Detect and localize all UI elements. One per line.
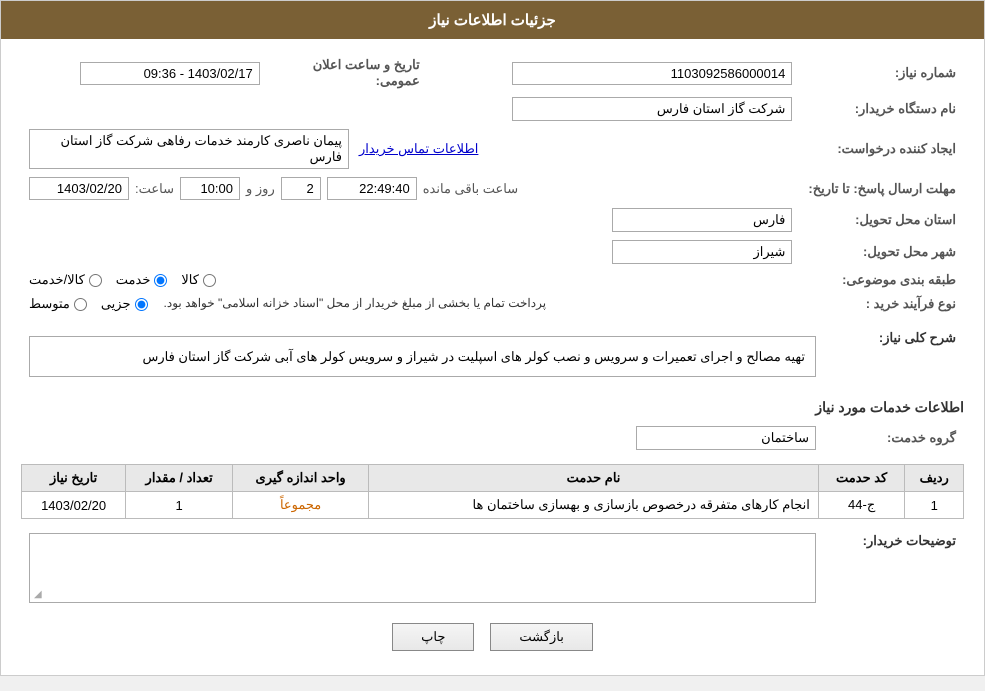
org-name-label: نام دستگاه خریدار: <box>800 93 964 125</box>
order-number-input: 1103092586000014 <box>512 62 792 85</box>
creator-input: پیمان ناصری کارمند خدمات رفاهی شرکت گاز … <box>29 129 349 169</box>
creator-label: ایجاد کننده درخواست: <box>800 125 964 173</box>
announce-value: 1403/02/17 - 09:36 <box>21 53 268 93</box>
category-label: طبقه بندی موضوعی: <box>800 268 964 292</box>
org-name-input: شرکت گاز استان فارس <box>512 97 792 121</box>
category-options: کالا/خدمت خدمت کالا <box>21 268 800 292</box>
order-number-value: 1103092586000014 <box>428 53 801 93</box>
page-header: جزئیات اطلاعات نیاز <box>1 1 984 39</box>
category-radio-kala[interactable]: کالا <box>181 272 216 288</box>
province-value: فارس <box>21 204 800 236</box>
service-group-input: ساختمان <box>636 426 816 450</box>
print-button[interactable]: چاپ <box>392 623 474 651</box>
cell-row-num: 1 <box>905 492 964 519</box>
col-date: تاریخ نیاز <box>22 465 126 492</box>
back-button[interactable]: بازگشت <box>490 623 592 651</box>
process-label: نوع فرآیند خرید : <box>800 292 964 316</box>
service-group-label: گروه خدمت: <box>824 422 964 454</box>
main-form-table: شماره نیاز: 1103092586000014 تاریخ و ساع… <box>21 53 964 316</box>
creator-contact-link[interactable]: اطلاعات تماس خریدار <box>359 141 478 157</box>
deadline-remaining-input: 22:49:40 <box>327 177 417 200</box>
province-label: استان محل تحویل: <box>800 204 964 236</box>
process-radio-motavasset[interactable]: متوسط <box>29 296 87 312</box>
city-value: شیراز <box>21 236 800 268</box>
process-radio-jozii[interactable]: جزیی <box>101 296 148 312</box>
creator-value: پیمان ناصری کارمند خدمات رفاهی شرکت گاز … <box>21 125 800 173</box>
description-text: تهیه مصالح و اجرای تعمیرات و سرویس و نصب… <box>40 345 805 368</box>
col-service-name: نام حدمت <box>369 465 819 492</box>
cell-quantity: 1 <box>126 492 233 519</box>
buyer-notes-cell: ◢ <box>21 529 824 607</box>
process-notice: پرداخت تمام یا بخشی از مبلغ خریدار از مح… <box>164 296 547 310</box>
announce-input: 1403/02/17 - 09:36 <box>80 62 260 85</box>
deadline-time-input: 10:00 <box>180 177 240 200</box>
process-row: متوسط جزیی پرداخت تمام یا بخشی از مبلغ خ… <box>21 292 800 316</box>
announce-label: تاریخ و ساعت اعلان عمومی: <box>268 53 428 93</box>
category-radio-kala-khadamat[interactable]: کالا/خدمت <box>29 272 102 288</box>
page-title: جزئیات اطلاعات نیاز <box>429 12 556 29</box>
description-box: تهیه مصالح و اجرای تعمیرات و سرویس و نصب… <box>29 336 816 377</box>
buyer-notes-section: توضیحات خریدار: ◢ <box>21 529 964 607</box>
description-section: شرح کلی نیاز: تهیه مصالح و اجرای تعمیرات… <box>21 326 964 387</box>
col-unit: واحد اندازه گیری <box>233 465 369 492</box>
city-label: شهر محل تحویل: <box>800 236 964 268</box>
service-group-value: ساختمان <box>21 422 824 454</box>
deadline-row: 1403/02/20 ساعت: 10:00 روز و 2 22:49:40 <box>21 173 800 204</box>
resize-icon: ◢ <box>34 589 42 600</box>
description-cell: تهیه مصالح و اجرای تعمیرات و سرویس و نصب… <box>21 326 824 387</box>
city-input: شیراز <box>612 240 792 264</box>
order-number-label: شماره نیاز: <box>800 53 964 93</box>
table-row: 1 ج-44 انجام کارهای متفرقه درخصوص بازساز… <box>22 492 964 519</box>
services-table: ردیف کد حدمت نام حدمت واحد اندازه گیری ت… <box>21 464 964 519</box>
buyer-notes-label: توضیحات خریدار: <box>824 529 964 607</box>
col-service-code: کد حدمت <box>818 465 905 492</box>
deadline-remaining-label: ساعت باقی مانده <box>423 181 518 197</box>
deadline-label: مهلت ارسال پاسخ: تا تاریخ: <box>800 173 964 204</box>
deadline-date-input: 1403/02/20 <box>29 177 129 200</box>
province-input: فارس <box>612 208 792 232</box>
cell-date: 1403/02/20 <box>22 492 126 519</box>
description-label: شرح کلی نیاز: <box>824 326 964 387</box>
deadline-time-label: ساعت: <box>135 181 174 197</box>
services-section-title: اطلاعات خدمات مورد نیاز <box>21 399 964 416</box>
category-radio-khadamat[interactable]: خدمت <box>116 272 168 288</box>
service-group-table: گروه خدمت: ساختمان <box>21 422 964 454</box>
org-name-value: شرکت گاز استان فارس <box>21 93 800 125</box>
buyer-notes-box: ◢ <box>29 533 816 603</box>
deadline-days-input: 2 <box>281 177 321 200</box>
col-row-num: ردیف <box>905 465 964 492</box>
cell-unit: مجموعاً <box>233 492 369 519</box>
deadline-days-label: روز و <box>246 181 275 197</box>
cell-service-code: ج-44 <box>818 492 905 519</box>
button-row: بازگشت چاپ <box>21 623 964 651</box>
col-quantity: تعداد / مقدار <box>126 465 233 492</box>
cell-service-name: انجام کارهای متفرقه درخصوص بازسازی و بهس… <box>369 492 819 519</box>
